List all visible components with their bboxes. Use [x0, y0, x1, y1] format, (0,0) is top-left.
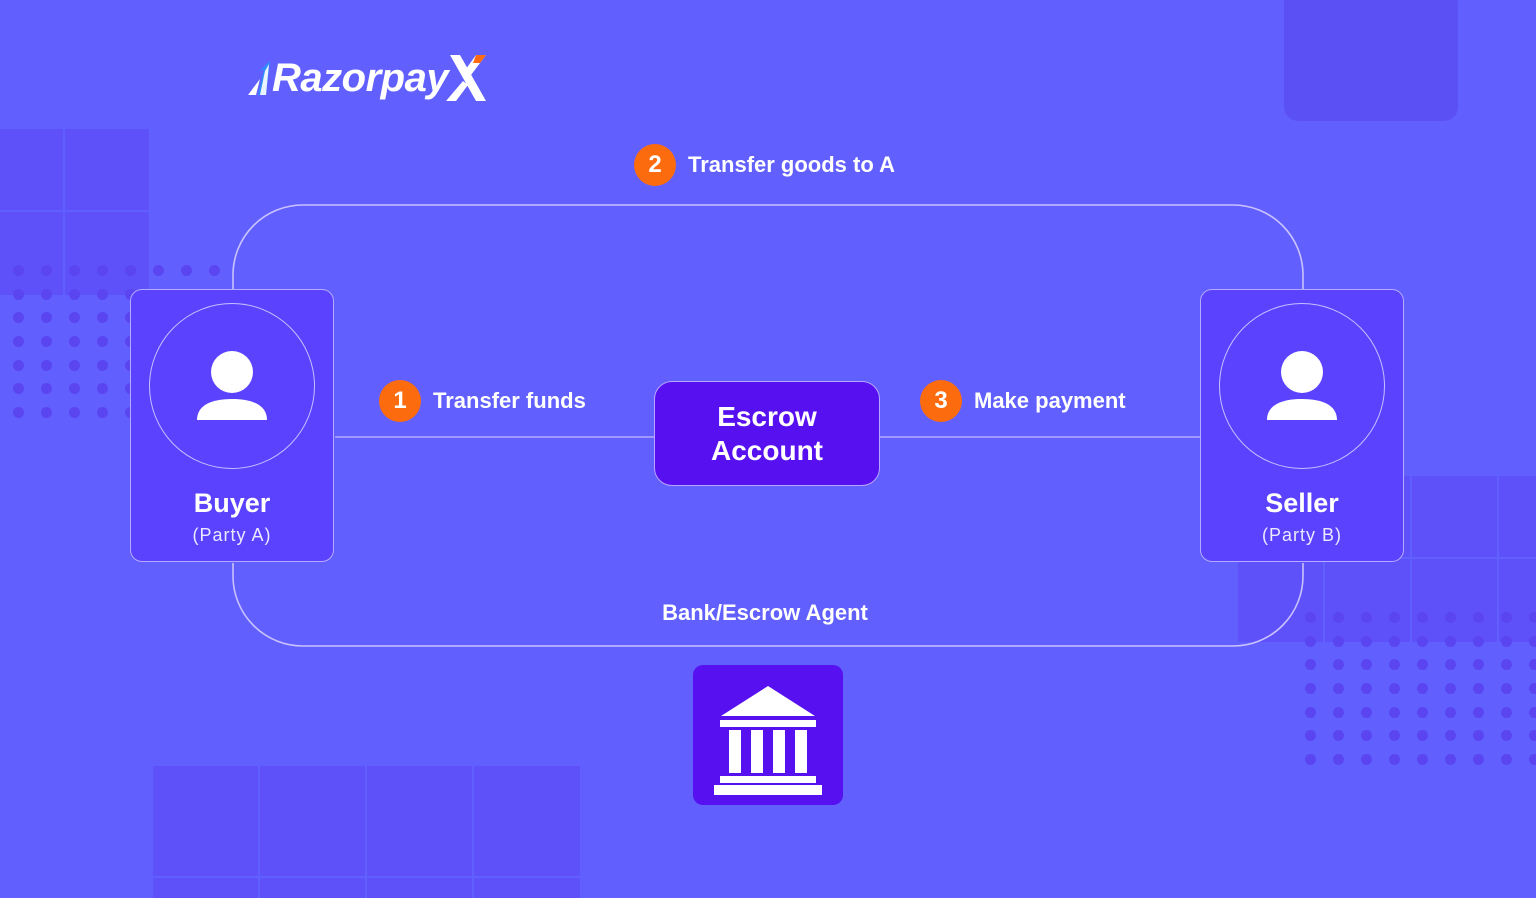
- step-make-payment: 3 Make payment: [920, 380, 1126, 422]
- seller-avatar-circle: [1219, 303, 1385, 469]
- buyer-name: Buyer: [193, 488, 271, 518]
- step-label: Make payment: [974, 388, 1126, 413]
- step-number-badge: 3: [920, 380, 962, 422]
- user-icon: [1267, 351, 1337, 420]
- seller-role: (Party B): [1261, 525, 1342, 545]
- step-number-badge: 1: [379, 380, 421, 422]
- escrow-label-line1: Escrow: [717, 400, 817, 432]
- seller-name: Seller: [1265, 488, 1339, 518]
- seller-card: Seller (Party B): [1200, 289, 1404, 562]
- step-label: Transfer goods to A: [688, 152, 895, 177]
- escrow-label-line2: Account: [711, 434, 823, 466]
- buyer-avatar-circle: [149, 303, 315, 469]
- buyer-card: Buyer (Party A): [130, 289, 334, 562]
- buyer-role: (Party A): [192, 525, 272, 545]
- step-transfer-funds: 1 Transfer funds: [379, 380, 586, 422]
- step-label: Transfer funds: [433, 388, 586, 413]
- goods-transfer-path: [232, 204, 1304, 289]
- step-transfer-goods: 2 Transfer goods to A: [634, 144, 895, 186]
- step-number-badge: 2: [634, 144, 676, 186]
- escrow-agent-label: Bank/Escrow Agent: [662, 600, 868, 625]
- bank-icon-box: [693, 665, 843, 805]
- bank-icon: [714, 686, 822, 795]
- user-icon: [197, 351, 267, 420]
- escrow-account-box: Escrow Account: [654, 381, 880, 486]
